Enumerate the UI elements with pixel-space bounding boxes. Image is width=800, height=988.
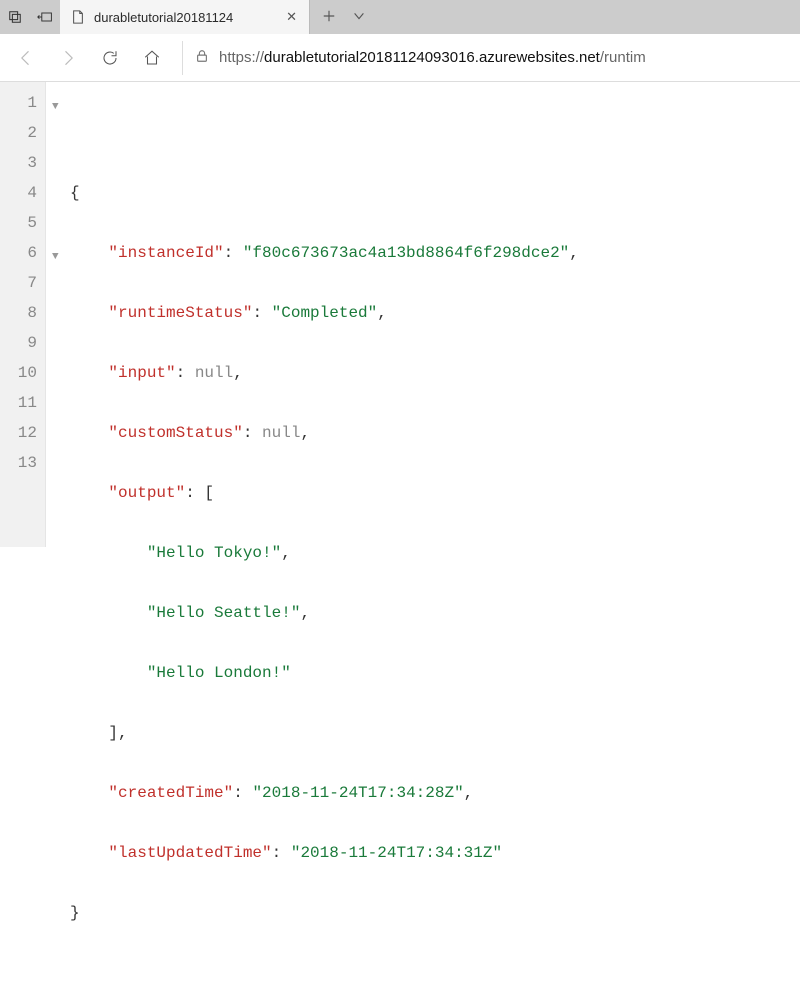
titlebar: durabletutorial20181124 ✕: [0, 0, 800, 34]
tab-strip: [310, 0, 800, 34]
toolbar: https://durabletutorial20181124093016.az…: [0, 34, 800, 82]
line-number: 3: [0, 148, 37, 178]
refresh-button[interactable]: [90, 38, 130, 78]
line-number: 13: [0, 448, 37, 478]
tab-document-icon: [70, 9, 86, 25]
line-number: 5: [0, 208, 37, 238]
home-button[interactable]: [132, 38, 172, 78]
line-number: 4: [0, 178, 37, 208]
line-number: 8: [0, 298, 37, 328]
lock-icon: [195, 49, 209, 66]
code-line: ],: [70, 718, 800, 748]
window-control-icon[interactable]: [0, 0, 30, 34]
code-line: "output": [: [70, 478, 800, 508]
browser-tab[interactable]: durabletutorial20181124 ✕: [60, 0, 310, 34]
new-tab-button[interactable]: [322, 9, 336, 26]
forward-button[interactable]: [48, 38, 88, 78]
url-text: https://durabletutorial20181124093016.az…: [219, 49, 646, 66]
window-restore-icon[interactable]: [30, 0, 60, 34]
tab-title: durabletutorial20181124: [94, 10, 276, 25]
fold-toggle-icon[interactable]: ▼: [52, 242, 59, 272]
line-number: 11: [0, 388, 37, 418]
line-number: 12: [0, 418, 37, 448]
close-tab-button[interactable]: ✕: [284, 9, 299, 25]
back-button[interactable]: [6, 38, 46, 78]
line-number: 6: [0, 238, 37, 268]
code-line: "Hello Tokyo!",: [70, 538, 800, 568]
code-line: "runtimeStatus": "Completed",: [70, 298, 800, 328]
code-line: {: [70, 178, 800, 208]
code-line: "instanceId": "f80c673673ac4a13bd8864f6f…: [70, 238, 800, 268]
line-number: 2: [0, 118, 37, 148]
line-number-gutter: 1 2 3 4 5 6 7 8 9 10 11 12 13: [0, 82, 46, 547]
code-line: "input": null,: [70, 358, 800, 388]
line-number: 1: [0, 88, 37, 118]
line-number: 9: [0, 328, 37, 358]
code-area[interactable]: ▼ ▼ { "instanceId": "f80c673673ac4a13bd8…: [46, 82, 800, 547]
code-line: "createdTime": "2018-11-24T17:34:28Z",: [70, 778, 800, 808]
code-line: "customStatus": null,: [70, 418, 800, 448]
code-line: "lastUpdatedTime": "2018-11-24T17:34:31Z…: [70, 838, 800, 868]
address-bar[interactable]: https://durabletutorial20181124093016.az…: [182, 41, 794, 75]
fold-toggle-icon[interactable]: ▼: [52, 92, 59, 122]
line-number: 10: [0, 358, 37, 388]
tab-overflow-button[interactable]: [352, 9, 366, 26]
json-viewer: 1 2 3 4 5 6 7 8 9 10 11 12 13 ▼ ▼ { "ins…: [0, 82, 800, 547]
code-line: "Hello Seattle!",: [70, 598, 800, 628]
code-line: "Hello London!": [70, 658, 800, 688]
code-line: }: [70, 898, 800, 928]
line-number: 7: [0, 268, 37, 298]
